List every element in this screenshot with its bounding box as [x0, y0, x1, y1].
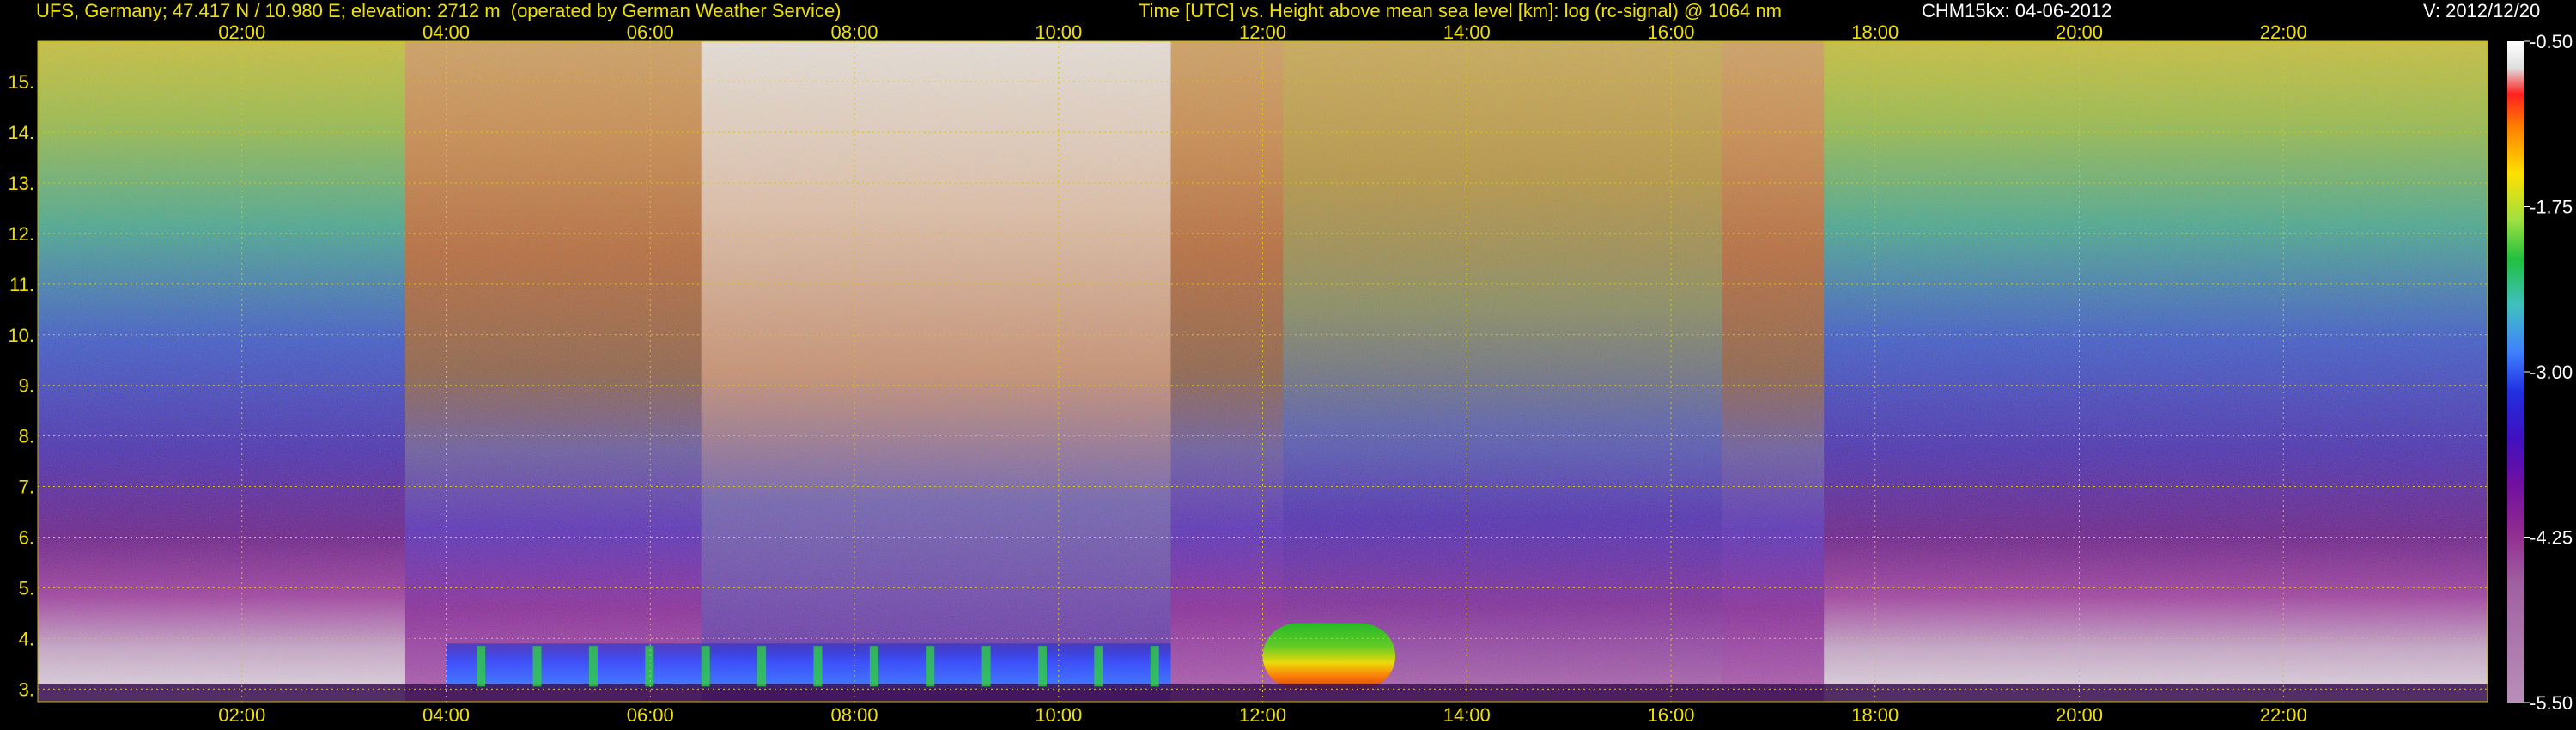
- y-tick-label: 7.: [19, 477, 34, 498]
- y-tick-label: 8.: [19, 426, 34, 447]
- y-tick-label: 14.: [8, 122, 34, 143]
- aerosol-streak: [1094, 646, 1103, 687]
- x-tick-label-bottom: 02:00: [218, 704, 265, 726]
- aerosol-streak: [757, 646, 767, 687]
- x-tick-label-bottom: 06:00: [627, 704, 674, 726]
- colorbar-tick-label: -3.00: [2530, 362, 2573, 383]
- y-tick-label: 13.: [8, 173, 34, 194]
- aerosol-streak: [869, 646, 878, 687]
- x-tick-label-bottom: 04:00: [422, 704, 470, 726]
- x-tick-label-bottom: 14:00: [1443, 704, 1491, 726]
- aerosol-streak: [645, 646, 654, 687]
- colorbar: [2507, 41, 2524, 703]
- x-tick-label-top: 22:00: [2260, 21, 2307, 43]
- x-tick-label-top: 06:00: [627, 21, 674, 43]
- x-tick-label-top: 18:00: [1851, 21, 1899, 43]
- y-tick-label: 3.: [19, 678, 34, 700]
- x-tick-label-bottom: 08:00: [830, 704, 878, 726]
- y-tick-label: 6.: [19, 526, 34, 548]
- x-tick-label-top: 16:00: [1647, 21, 1694, 43]
- x-tick-label-bottom: 20:00: [2056, 704, 2103, 726]
- aerosol-streak: [1150, 646, 1159, 687]
- x-tick-label-bottom: 12:00: [1239, 704, 1286, 726]
- aerosol-streak: [1037, 646, 1047, 687]
- aerosol-streak: [588, 646, 598, 687]
- colorbar-tick-label: -0.50: [2530, 31, 2573, 52]
- aerosol-streak: [701, 646, 710, 687]
- x-tick-label-top: 10:00: [1035, 21, 1082, 43]
- y-tick-label: 9.: [19, 375, 34, 397]
- y-tick-label: 12.: [8, 223, 34, 245]
- aerosol-streak: [926, 646, 935, 687]
- aerosol-streak: [813, 646, 823, 687]
- colorbar-tick-label: -1.75: [2530, 197, 2573, 218]
- feature-convective-plume: [1262, 623, 1396, 690]
- colorbar-tick-label: -5.50: [2530, 692, 2573, 714]
- aerosol-streak: [532, 646, 542, 687]
- aerosol-streak: [981, 646, 991, 687]
- x-tick-label-top: 12:00: [1239, 21, 1286, 43]
- colorbar-tick-label: -4.25: [2530, 527, 2573, 549]
- y-tick-label: 10.: [8, 325, 34, 346]
- x-tick-label-top: 04:00: [422, 21, 470, 43]
- x-tick-label-top: 02:00: [218, 21, 265, 43]
- aerosol-streak: [477, 646, 486, 687]
- x-tick-label-bottom: 10:00: [1035, 704, 1082, 726]
- x-tick-label-bottom: 16:00: [1647, 704, 1694, 726]
- x-tick-label-top: 08:00: [830, 21, 878, 43]
- y-tick-label: 5.: [19, 577, 34, 599]
- x-tick-label-bottom: 22:00: [2260, 704, 2307, 726]
- y-tick-label: 15.: [8, 71, 34, 93]
- x-tick-label-bottom: 18:00: [1851, 704, 1899, 726]
- y-tick-label: 4.: [19, 628, 34, 649]
- ceilometer-chart: 02:00 02:00 04:00 04:00 06:00 06:00 08:00 08:00…: [8, 21, 2573, 726]
- x-tick-label-top: 20:00: [2056, 21, 2103, 43]
- feature-boundary-layer-aerosol: [446, 643, 1171, 690]
- y-tick-label: 11.: [9, 274, 34, 295]
- x-tick-label-top: 14:00: [1443, 21, 1491, 43]
